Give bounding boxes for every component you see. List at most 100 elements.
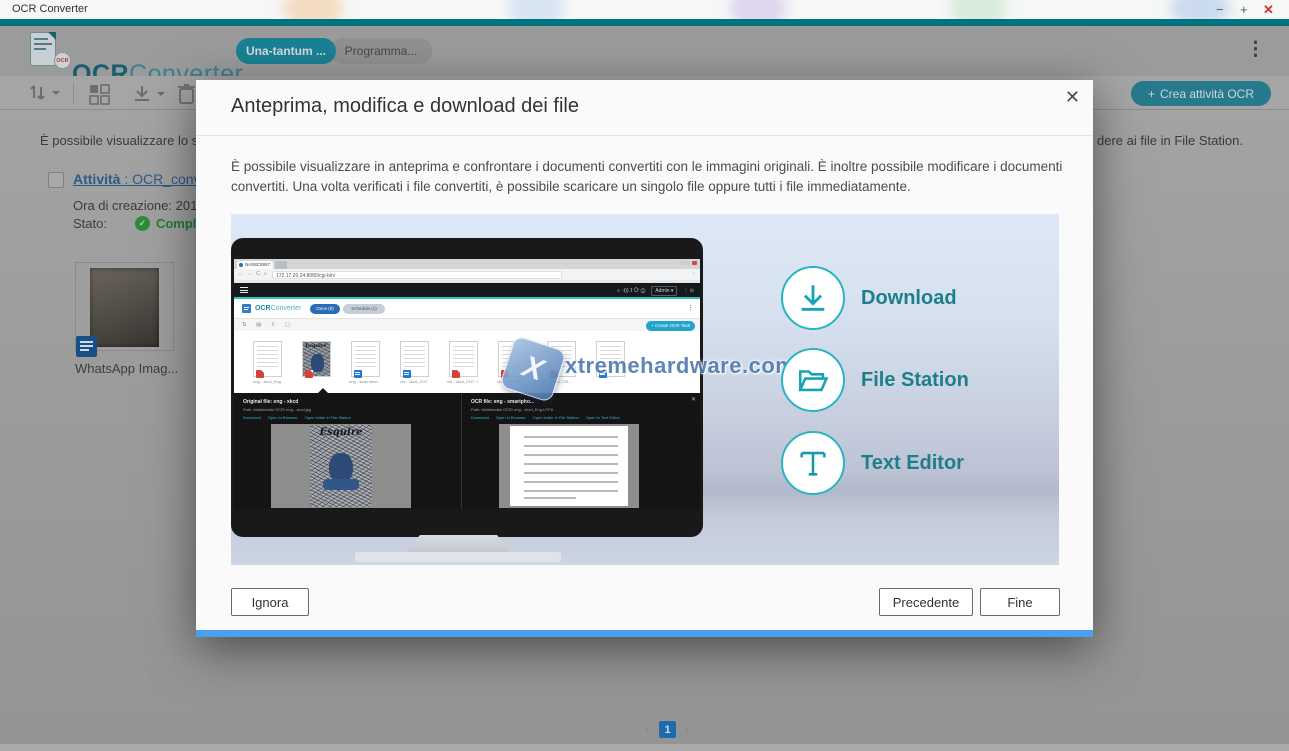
previous-button[interactable]: Precedente [879, 588, 973, 616]
mini-brand-light: Converter [271, 305, 302, 312]
mini-toolbar-icons: ⇅ ▤ ⇩ ▢ [242, 322, 294, 328]
mini-toolbar: ⇅ ▤ ⇩ ▢ + Create OCR Task [234, 318, 700, 331]
task-link[interactable]: Attività : OCR_conv [73, 171, 201, 187]
ocr-text-page [510, 426, 628, 506]
delete-icon[interactable] [176, 82, 198, 106]
footer-strip [0, 744, 1289, 751]
original-file-panel: Original file: eng - xkcd Path: Multimed… [234, 393, 461, 509]
view-grid-icon[interactable] [88, 82, 114, 106]
minimize-button[interactable]: − [1216, 2, 1224, 17]
pdf-badge-icon [305, 370, 313, 378]
mini-download-link: Download [243, 415, 261, 420]
plus-icon: + [1148, 87, 1155, 101]
original-file-title: Original file: eng - xkcd [243, 399, 461, 405]
esquire-mini-title: Esquire [303, 343, 330, 349]
monitor-illustration: NAS8C5957 ← → C ⌂ 172.17.20.24:8080/cgi-… [231, 238, 703, 537]
intro-text-right: dere ai file in File Station. [1097, 133, 1243, 148]
txt-badge-icon [354, 370, 362, 378]
ocr-preview-box [499, 424, 639, 508]
tutorial-illustration: NAS8C5957 ← → C ⌂ 172.17.20.24:8080/cgi-… [231, 214, 1059, 565]
finish-button[interactable]: Fine [980, 588, 1060, 616]
mini-logo-icon [242, 304, 251, 313]
mini-thumb: chi - xkcd_CHT [394, 341, 434, 393]
watermark-text: xtremehardware.com [565, 353, 795, 379]
mini-open-filestation-link: Open folder in File Station [533, 415, 579, 420]
browser-tab-strip: NAS8C5957 [234, 259, 700, 269]
warning-icon: ⚠ [475, 379, 479, 384]
skip-button[interactable]: Ignora [231, 588, 309, 616]
mini-thumb: eng - scan hece... [345, 341, 385, 393]
creation-time-text: Ora di creazione: 201 [73, 198, 197, 213]
file-station-circle [781, 348, 845, 412]
url-field: 172.17.20.24:8080/cgi-bin/ [272, 271, 562, 279]
mini-kebab-icon: ⋮ [687, 304, 694, 312]
monitor-stand [405, 535, 512, 553]
window-title: OCR Converter [12, 3, 88, 15]
dialog-description: È possibile visualizzare in anteprima e … [231, 157, 1066, 197]
dialog-divider [196, 135, 1093, 136]
new-tab-stub [275, 261, 287, 269]
task-separator: : [120, 171, 132, 187]
page-number[interactable]: 1 [659, 721, 676, 738]
create-ocr-task-button[interactable]: + Crea attività OCR [1131, 81, 1271, 106]
mini-download-link: Download [471, 415, 489, 420]
bookmark-star-icon: ☆ [692, 271, 696, 277]
dialog-close-icon[interactable]: ✕ [1065, 87, 1080, 108]
esquire-title: Esquire [310, 427, 372, 438]
mini-app-header: OCRConverter Once (9) Schedule (1) ⋮ [234, 299, 700, 318]
dialog-description-line1: È possibile visualizzare in anteprima e … [231, 157, 1066, 177]
task-checkbox[interactable] [48, 172, 64, 188]
page-prev-icon[interactable]: ‹ [645, 719, 651, 739]
esquire-cover: Esquire [310, 425, 372, 507]
qts-icons-row: ⌕ ◁)) ↥ ⟳ ⓘ Admin ▾ ⋮ ⊙ [617, 286, 694, 296]
option-text-editor-label: Text Editor [861, 452, 964, 475]
mini-thumb-label: ... [590, 379, 630, 384]
close-window-button[interactable]: ✕ [1263, 2, 1274, 17]
app-header: OCR OCRConverter Programma... Una-tantum… [0, 26, 1289, 76]
option-download-label: Download [861, 287, 957, 310]
original-preview-box: Esquire [271, 424, 411, 508]
status-label: Stato: [73, 216, 107, 231]
esquire-figure-legs [323, 479, 359, 490]
download-circle [781, 266, 845, 330]
header-menu-kebab-icon[interactable]: ⋮ [1246, 38, 1265, 61]
mini-open-texteditor-link: Open in Text Editor [586, 415, 620, 420]
file-station-folder-icon [796, 363, 830, 397]
mini-brand-bold: OCR [255, 305, 271, 312]
logo-badge: OCR [54, 52, 71, 69]
logo-fold [48, 32, 56, 40]
maximize-button[interactable]: + [1240, 2, 1248, 17]
monitor-base [355, 552, 561, 562]
tab-schedule[interactable]: Programma... [330, 38, 432, 64]
ocr-converter-logo-icon: OCR [30, 32, 56, 66]
check-circle-icon: ✓ [135, 216, 150, 231]
mini-open-browser-link: Open in Browser [496, 415, 526, 420]
ocr-file-path: Path: Multimedia/ OCR/ eng - xkcd_Eng.UT… [471, 407, 700, 412]
tab-one-time[interactable]: Una-tantum ... [236, 38, 336, 64]
preview-download-dialog: ✕ Anteprima, modifica e download dei fil… [196, 80, 1093, 637]
mini-thumb-selected: Esquire [296, 341, 336, 393]
mini-open-browser-link: Open in Browser [268, 415, 298, 420]
download-all-icon[interactable] [132, 82, 168, 106]
favicon [239, 263, 243, 267]
text-editor-t-glyph [796, 446, 830, 480]
app-window: OCR Converter − + ✕ OCR OCRConverter Pro… [0, 0, 1289, 751]
page-next-icon[interactable]: › [684, 719, 690, 739]
mini-brand: OCRConverter [255, 305, 301, 312]
browser-address-bar: ← → C ⌂ 172.17.20.24:8080/cgi-bin/ ☆ [234, 269, 700, 280]
ocr-file-links: Download Open in Browser Open folder in … [471, 415, 700, 420]
qts-more-icons: ⋮ ⊙ [683, 288, 694, 294]
mini-thumb-label: eng - scan hece... [345, 379, 385, 384]
window-titlebar: OCR Converter − + ✕ [0, 0, 1289, 19]
task-label: Attività [73, 171, 120, 187]
original-file-path: Path: Multimedia/ OCR/ eng - xkcd.jpg [243, 407, 461, 412]
sort-icon[interactable] [28, 82, 62, 104]
browser-nav-icons: ← → C ⌂ [238, 271, 268, 277]
ocr-file-panel: OCR file: eng - smartpho... Path: Multim… [461, 393, 700, 509]
file-name-label: WhatsApp Imag... [75, 361, 178, 376]
intro-text-left: È possibile visualizzare lo s [40, 133, 198, 148]
browser-maximize [685, 261, 690, 265]
text-file-badge-icon [76, 336, 97, 357]
dialog-title: Anteprima, modifica e download dei file [231, 95, 579, 118]
mini-open-filestation-link: Open folder in File Station [305, 415, 351, 420]
